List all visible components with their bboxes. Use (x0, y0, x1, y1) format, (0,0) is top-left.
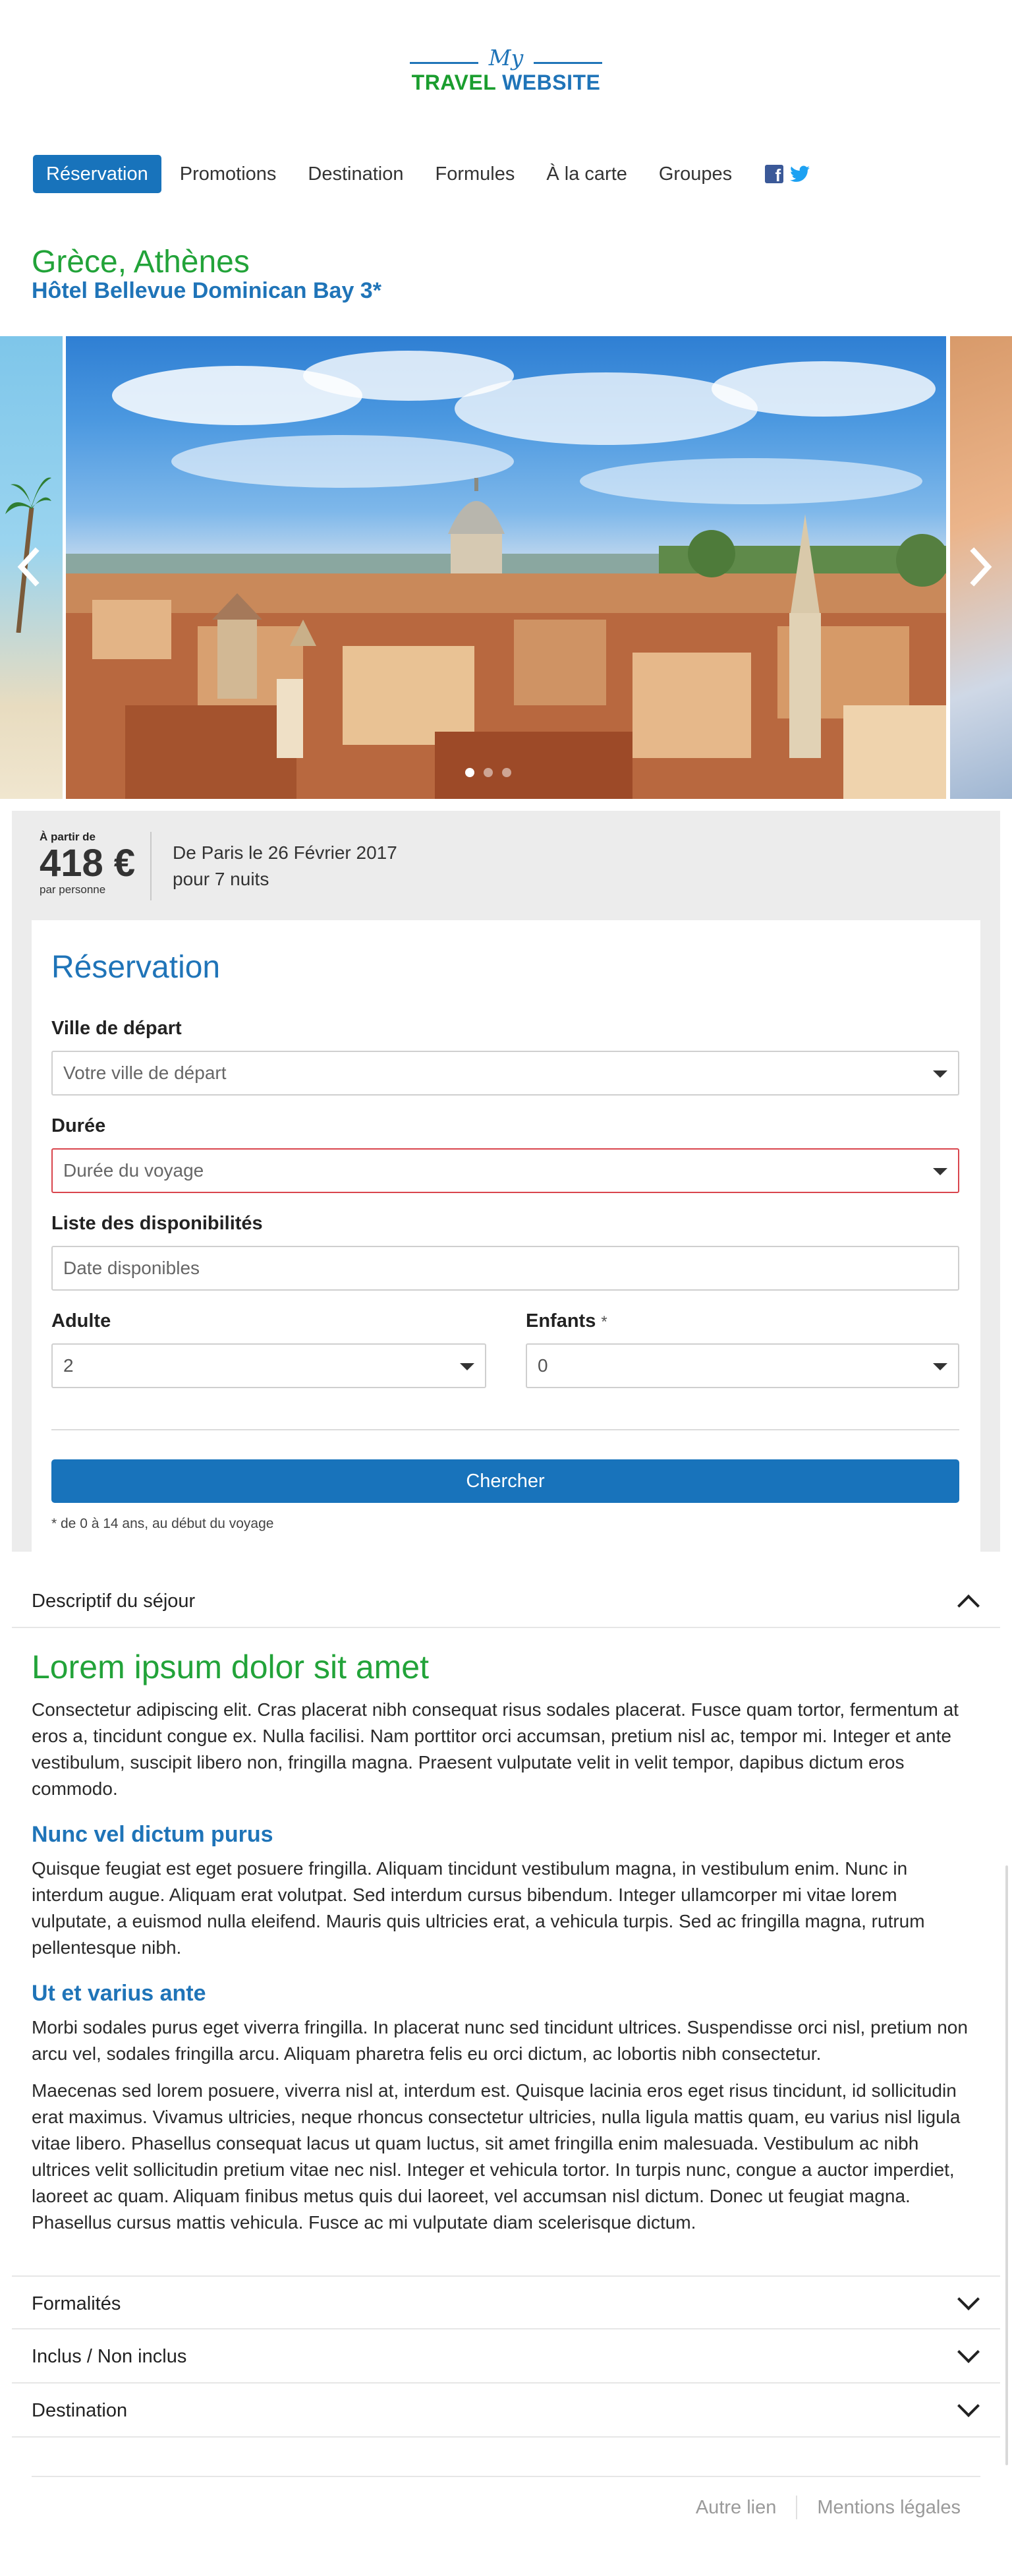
hotel-name: Hôtel Bellevue Dominican Bay 3* (32, 278, 381, 303)
chevron-down-icon (957, 2395, 980, 2417)
chevron-up-icon (957, 1595, 980, 1617)
children-label: Enfants * (526, 1310, 607, 1332)
price-value: 418 € (40, 842, 136, 885)
logo-line-right (534, 62, 602, 64)
carousel-dot[interactable] (465, 768, 474, 777)
description-content: Lorem ipsum dolor sit amet Consectetur a… (32, 1648, 974, 2246)
children-count-value: 0 (538, 1355, 548, 1376)
accordion-formalities-label: Formalités (32, 2293, 121, 2314)
adult-count-value: 2 (63, 1355, 74, 1376)
form-divider (51, 1429, 959, 1430)
content-subheading: Ut et varius ante (32, 1981, 206, 2006)
chevron-down-icon (957, 2341, 980, 2363)
content-paragraph: Quisque feugiat est eget posuere fringil… (32, 1858, 925, 1958)
accordion-formalities[interactable]: Formalités (12, 2275, 1000, 2329)
trip-departure-text: De Paris le 26 Février 2017 (173, 842, 397, 863)
children-count-select[interactable]: 0 (526, 1343, 959, 1388)
content-heading: Lorem ipsum dolor sit amet (32, 1649, 430, 1685)
nav-item-groupes[interactable]: Groupes (659, 155, 732, 193)
logo-my-text: My (488, 45, 524, 71)
trip-duration-text: pour 7 nuits (173, 869, 269, 889)
price-per-label: par personne (40, 883, 106, 896)
facebook-icon[interactable]: f (765, 165, 784, 183)
duration-label: Durée (51, 1115, 106, 1136)
accordion-description[interactable]: Descriptif du séjour (12, 1574, 1000, 1628)
nav-item-promotions[interactable]: Promotions (180, 155, 277, 193)
availability-label: Liste des disponibilités (51, 1213, 263, 1234)
footer-divider (32, 2476, 980, 2477)
children-age-note: * de 0 à 14 ans, au début du voyage (51, 1516, 274, 1531)
reservation-title: Réservation (51, 950, 221, 985)
chevron-down-icon (957, 2288, 980, 2310)
nav-item-formules[interactable]: Formules (436, 155, 515, 193)
price-divider (150, 832, 152, 900)
children-label-text: Enfants (526, 1310, 596, 1332)
accordion-destination[interactable]: Destination (12, 2384, 1000, 2438)
destination-title: Grèce, Athènes (32, 245, 250, 279)
carousel-dot[interactable] (484, 768, 493, 777)
chevron-down-icon (933, 1168, 947, 1175)
adult-label: Adulte (51, 1310, 111, 1332)
departure-city-label: Ville de départ (51, 1018, 182, 1039)
photo-carousel (0, 336, 1012, 799)
departure-city-select[interactable]: Votre ville de départ (51, 1051, 959, 1096)
accordion-destination-label: Destination (32, 2400, 128, 2421)
footer-link-separator (796, 2496, 798, 2519)
duration-select[interactable]: Durée du voyage (51, 1148, 959, 1193)
children-asterisk: * (601, 1313, 607, 1331)
nav-item-a-la-carte[interactable]: À la carte (546, 155, 627, 193)
content-paragraph: Consectetur adipiscing elit. Cras placer… (32, 1699, 959, 1799)
nav-item-reservation[interactable]: Réservation (33, 155, 161, 193)
price-block: À partir de 418 € par personne (40, 831, 135, 896)
adult-count-select[interactable]: 2 (51, 1343, 486, 1388)
chevron-down-icon (933, 1070, 947, 1078)
availability-placeholder: Date disponibles (63, 1258, 200, 1278)
accordion-included-label: Inclus / Non inclus (32, 2346, 187, 2367)
logo-website-text: WEBSITE (502, 71, 601, 94)
twitter-icon[interactable] (790, 165, 810, 183)
duration-placeholder: Durée du voyage (63, 1160, 204, 1181)
page-scrollbar[interactable] (1005, 1865, 1008, 2465)
accordion-included[interactable]: Inclus / Non inclus (12, 2329, 1000, 2384)
reservation-form: Réservation Ville de départ Votre ville … (32, 920, 980, 1556)
carousel-next-arrow-icon[interactable] (963, 546, 996, 588)
footer-link-other[interactable]: Autre lien (696, 2497, 777, 2519)
carousel-prev-arrow-icon[interactable] (13, 546, 46, 588)
site-logo[interactable]: My TRAVEL WEBSITE (408, 46, 604, 99)
footer-link-legal[interactable]: Mentions légales (817, 2497, 961, 2519)
content-paragraph: Maecenas sed lorem posuere, viverra nisl… (32, 2080, 961, 2233)
main-nav: Réservation Promotions Destination Formu… (33, 155, 810, 193)
social-links: f (765, 165, 810, 183)
logo-travel-text: TRAVEL (411, 71, 496, 94)
content-subheading: Nunc vel dictum purus (32, 1822, 273, 1847)
trip-info: De Paris le 26 Février 2017 pour 7 nuits (173, 840, 397, 893)
booking-panel: À partir de 418 € par personne De Paris … (12, 811, 1000, 1556)
footer-links: Autre lien Mentions légales (696, 2496, 961, 2519)
chevron-down-icon (933, 1363, 947, 1370)
carousel-dot[interactable] (502, 768, 511, 777)
content-paragraph: Morbi sodales purus eget viverra fringil… (32, 2017, 968, 2064)
chevron-down-icon (460, 1363, 474, 1370)
nav-item-destination[interactable]: Destination (308, 155, 403, 193)
logo-line-left (410, 62, 478, 64)
accordion-description-label: Descriptif du séjour (32, 1591, 196, 1612)
search-button[interactable]: Chercher (51, 1459, 959, 1503)
departure-city-placeholder: Votre ville de départ (63, 1063, 227, 1083)
city-panorama-image (66, 351, 946, 799)
availability-date-field[interactable]: Date disponibles (51, 1246, 959, 1291)
carousel-dots (465, 768, 511, 777)
carousel-current-slide-image (66, 336, 946, 799)
